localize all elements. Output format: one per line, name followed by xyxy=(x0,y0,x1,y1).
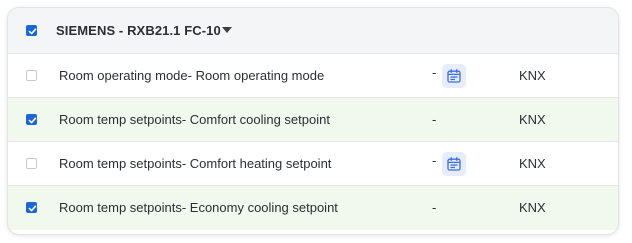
row-select-checkbox[interactable] xyxy=(26,114,37,125)
group-select-checkbox[interactable] xyxy=(26,25,37,36)
schedule-button[interactable] xyxy=(442,64,466,88)
point-protocol: KNX xyxy=(519,112,546,127)
point-value: - xyxy=(432,200,437,215)
device-points-card: SIEMENS - RXB21.1 FC-10 Room operating m… xyxy=(7,7,619,235)
point-protocol: KNX xyxy=(519,68,546,83)
point-name: Room temp setpoints- Comfort cooling set… xyxy=(59,112,330,127)
chevron-down-icon[interactable] xyxy=(222,27,232,33)
point-protocol: KNX xyxy=(519,200,546,215)
check-icon xyxy=(28,28,37,35)
point-value: - xyxy=(432,65,437,80)
point-name: Room temp setpoints- Comfort heating set… xyxy=(59,156,332,171)
check-icon xyxy=(28,205,37,212)
check-icon xyxy=(28,117,37,124)
table-row[interactable]: Room temp setpoints- Economy cooling set… xyxy=(8,186,618,230)
device-group-title: SIEMENS - RXB21.1 FC-10 xyxy=(56,23,221,38)
point-value: - xyxy=(432,153,437,168)
calendar-icon xyxy=(447,69,461,83)
calendar-icon xyxy=(447,157,461,171)
table-row[interactable]: Room temp setpoints- Comfort cooling set… xyxy=(8,98,618,142)
table-row[interactable]: Room operating mode- Room operating mode… xyxy=(8,54,618,98)
row-select-checkbox[interactable] xyxy=(26,202,37,213)
point-value: - xyxy=(432,112,437,127)
point-name: Room temp setpoints- Economy cooling set… xyxy=(59,200,338,215)
point-protocol: KNX xyxy=(519,156,546,171)
row-select-checkbox[interactable] xyxy=(26,158,37,169)
schedule-button[interactable] xyxy=(442,152,466,176)
device-group-header[interactable]: SIEMENS - RXB21.1 FC-10 xyxy=(8,8,618,54)
point-name: Room operating mode- Room operating mode xyxy=(59,68,325,83)
row-select-checkbox[interactable] xyxy=(26,70,37,81)
table-row[interactable]: Room temp setpoints- Comfort heating set… xyxy=(8,142,618,186)
